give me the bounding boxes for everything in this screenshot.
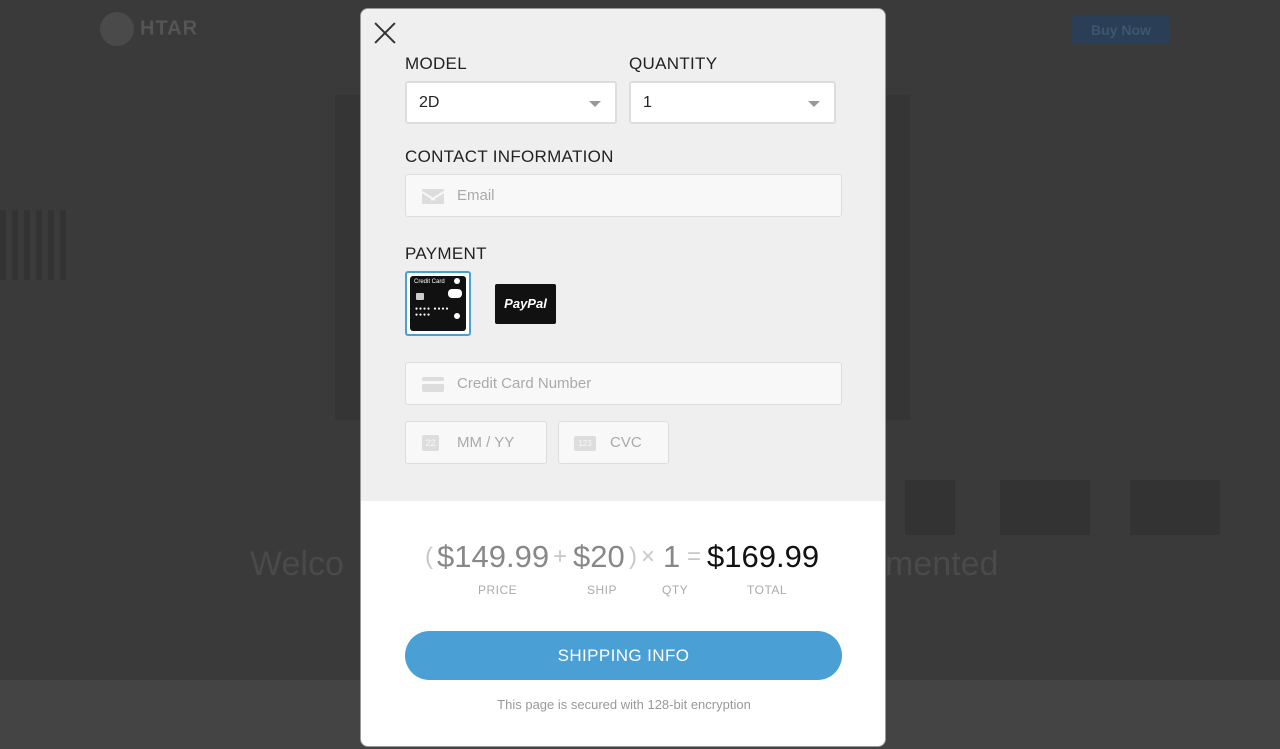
- credit-card-icon: [422, 377, 444, 392]
- background-welcome-text-right: mented: [885, 545, 999, 583]
- quantity-select[interactable]: 1: [629, 81, 836, 124]
- background-buy-button: Buy Now: [1072, 16, 1170, 44]
- quantity-select-value: 1: [643, 94, 652, 111]
- card-dot-icon: [454, 278, 460, 284]
- qty-value: 1: [663, 539, 681, 574]
- model-select[interactable]: 2D: [405, 81, 617, 124]
- background-thumbnails: [905, 480, 1225, 535]
- card-network-icon: [448, 289, 462, 298]
- checkout-modal: MODEL 2D QUANTITY 1 CONTACT INFORMATION …: [360, 8, 886, 747]
- ship-value: $20: [573, 539, 625, 574]
- calendar-icon: 22: [422, 435, 439, 451]
- background-logo-text: HTAR: [140, 17, 199, 40]
- close-paren: ): [629, 543, 637, 570]
- model-label: MODEL: [405, 54, 467, 73]
- payment-label: PAYMENT: [405, 244, 487, 263]
- credit-card-option[interactable]: Credit Card ●●●● ●●●● ●●●●: [405, 271, 471, 336]
- price-summary: ( $149.99 + $20 ) × 1 = $169.99: [361, 539, 885, 589]
- total-caption: TOTAL: [747, 583, 788, 597]
- cvc-field[interactable]: 123 CVC: [558, 421, 669, 464]
- card-number-field[interactable]: Credit Card Number: [405, 362, 842, 405]
- close-icon[interactable]: [373, 21, 397, 45]
- cvc-placeholder: CVC: [610, 434, 642, 451]
- plus-sign: +: [553, 543, 568, 570]
- times-sign: ×: [641, 543, 656, 570]
- background-decor: [0, 210, 70, 280]
- shipping-info-button[interactable]: SHIPPING INFO: [405, 631, 842, 680]
- chevron-down-icon: [808, 101, 820, 107]
- model-select-value: 2D: [419, 94, 440, 111]
- logo-mark-icon: [100, 12, 134, 46]
- email-placeholder: Email: [457, 187, 495, 204]
- email-field[interactable]: Email: [405, 174, 842, 217]
- expiry-placeholder: MM / YY: [457, 434, 515, 451]
- card-chip-icon: [416, 293, 424, 300]
- card-number-placeholder: Credit Card Number: [457, 375, 592, 392]
- envelope-icon: [422, 189, 444, 204]
- equals-sign: =: [687, 543, 702, 570]
- security-note: This page is secured with 128-bit encryp…: [497, 697, 751, 712]
- quantity-label: QUANTITY: [629, 54, 718, 73]
- price-caption: PRICE: [478, 583, 518, 597]
- ship-caption: SHIP: [587, 583, 618, 597]
- cvc-icon: 123: [574, 436, 596, 451]
- paypal-option[interactable]: PayPal: [495, 284, 556, 324]
- total-value: $169.99: [707, 539, 820, 574]
- card-dot-icon: [454, 313, 460, 319]
- credit-card-icon: Credit Card ●●●● ●●●● ●●●●: [410, 276, 466, 331]
- paypal-logo: PayPal: [504, 296, 547, 311]
- qty-caption: QTY: [662, 583, 689, 597]
- contact-information-label: CONTACT INFORMATION: [405, 147, 614, 166]
- expiry-field[interactable]: 22 MM / YY: [405, 421, 547, 464]
- background-welcome-text: Welco: [250, 545, 344, 583]
- credit-card-icon-text: Credit Card: [414, 279, 445, 285]
- background-logo: HTAR: [100, 12, 198, 46]
- chevron-down-icon: [589, 101, 601, 107]
- order-form-section: MODEL 2D QUANTITY 1 CONTACT INFORMATION …: [361, 9, 885, 501]
- open-paren: (: [425, 543, 433, 570]
- price-value: $149.99: [437, 539, 550, 574]
